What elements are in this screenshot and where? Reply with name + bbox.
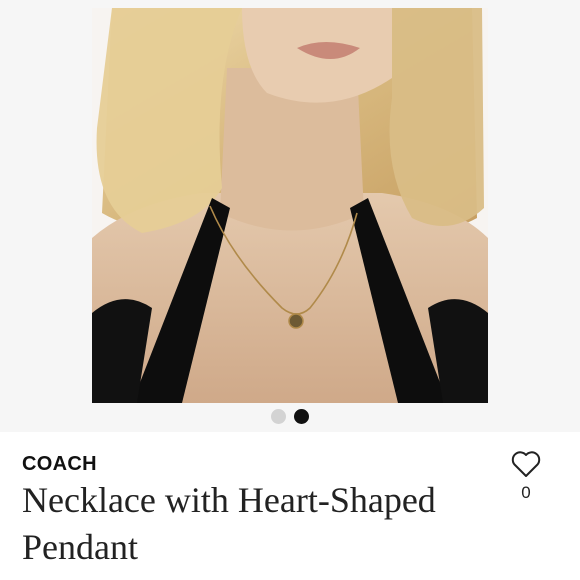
heart-outline-icon (511, 451, 541, 477)
like-button[interactable]: 0 (508, 450, 544, 512)
carousel-dot-1[interactable] (271, 409, 286, 424)
brand-name[interactable]: COACH (22, 453, 97, 476)
model-wearing-necklace-image (92, 8, 488, 403)
carousel-dot-2-active[interactable] (294, 409, 309, 424)
carousel-pagination (0, 409, 580, 427)
product-title: Necklace with Heart-Shaped Pendant (22, 480, 436, 567)
like-count: 0 (521, 483, 531, 502)
image-carousel[interactable] (0, 0, 580, 432)
product-photo[interactable] (92, 8, 488, 403)
